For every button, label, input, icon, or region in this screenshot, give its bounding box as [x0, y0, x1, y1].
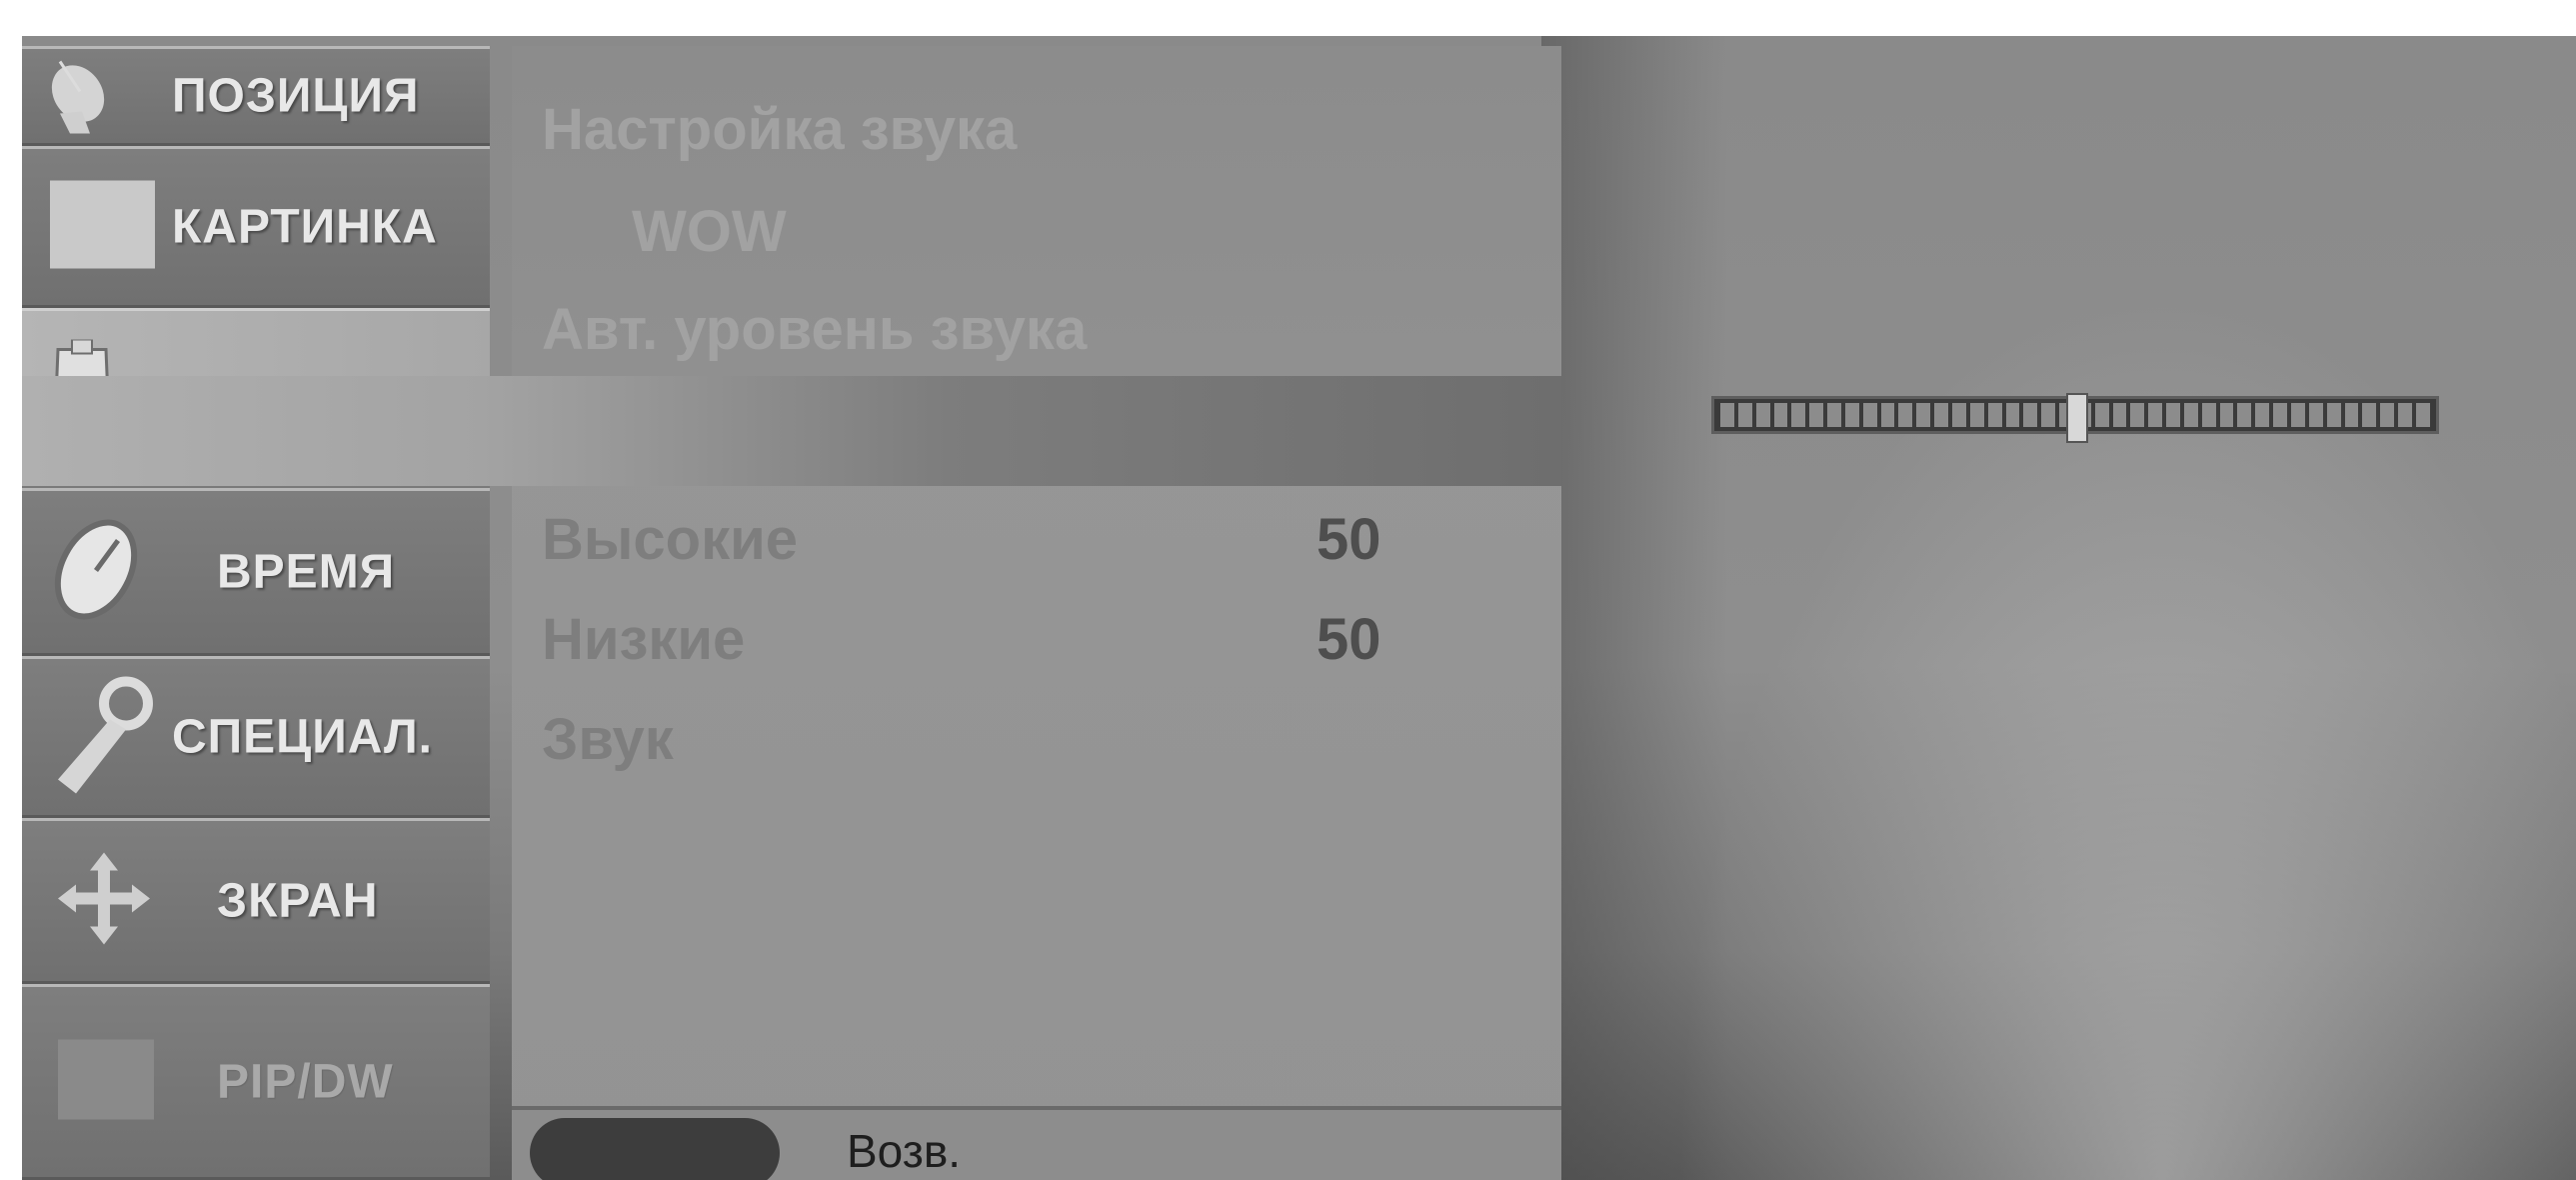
back-button[interactable]: [530, 1118, 780, 1180]
sound-menu-panel: Настройка звука WOW Авт. уровень звука В…: [512, 46, 1561, 1180]
slider-tick: [2255, 403, 2270, 427]
slider-tick: [2148, 403, 2163, 427]
slider-tick: [1827, 403, 1841, 427]
back-label: Возв.: [847, 1125, 962, 1177]
slider-tick: [1755, 403, 1770, 427]
sidebar-item-picture[interactable]: КАРТИНКА: [22, 146, 490, 308]
slider-tick: [2094, 403, 2109, 427]
slider-tick: [2166, 403, 2180, 427]
slider-tick: [2041, 403, 2056, 427]
slider-tick: [2398, 403, 2412, 427]
slider-tick: [2219, 403, 2234, 427]
slider-tick: [1720, 403, 1734, 427]
slider-tick: [1934, 403, 1948, 427]
slider-tick: [2237, 403, 2252, 427]
slider-tick: [1862, 403, 1877, 427]
satellite-dish-icon: [40, 54, 110, 139]
sidebar-item-label: PIP/DW: [217, 1055, 394, 1109]
sidebar-item-screen[interactable]: ЗКРАН: [22, 818, 490, 984]
treble-value: 50: [1316, 507, 1381, 572]
key-icon: [48, 670, 158, 805]
sidebar-item-label: СПЕЦИАЛ.: [172, 710, 434, 764]
slider-tick: [2183, 403, 2198, 427]
slider-tick: [1969, 403, 1984, 427]
sidebar-item-time[interactable]: ВРЕМЯ: [22, 488, 490, 656]
category-sidebar: ПОЗИЦИЯ КАРТИНКА ВРЕМЯ СПЕЦИАЛ. ЗКРАН PI…: [22, 46, 490, 1180]
slider-tick: [1773, 403, 1788, 427]
menu-item-sound-setup[interactable]: Настройка звука: [542, 96, 1017, 163]
slider-tick: [1916, 403, 1931, 427]
menu-item-treble[interactable]: Высокие: [542, 506, 798, 573]
balance-slider[interactable]: [1711, 393, 2439, 443]
tv-screen: ПОЗИЦИЯ КАРТИНКА ВРЕМЯ СПЕЦИАЛ. ЗКРАН PI…: [22, 36, 2576, 1180]
slider-tick: [2112, 403, 2127, 427]
menu-item-auto-volume[interactable]: Авт. уровень звука: [542, 296, 1087, 363]
menu-item-wow[interactable]: WOW: [632, 198, 787, 265]
slider-tick: [1951, 403, 1966, 427]
sidebar-item-pip[interactable]: PIP/DW: [22, 984, 490, 1180]
slider-tick: [2362, 403, 2377, 427]
slider-tick: [2380, 403, 2395, 427]
slider-tick: [1791, 403, 1806, 427]
slider-tick: [1844, 403, 1859, 427]
sidebar-item-position[interactable]: ПОЗИЦИЯ: [22, 46, 490, 146]
slider-tick: [2291, 403, 2305, 427]
sidebar-item-label: ВРЕМЯ: [217, 545, 396, 599]
menu-item-sound[interactable]: Звук: [542, 706, 674, 773]
slider-tick: [1987, 403, 2002, 427]
background-glow: [1541, 36, 2576, 1180]
pip-icon: [58, 1039, 154, 1125]
move-arrows-icon: [56, 851, 152, 952]
menu-footer: Возв.: [512, 1106, 1561, 1180]
slider-tick: [2308, 403, 2323, 427]
slider-tick: [2130, 403, 2145, 427]
slider-tick: [1737, 403, 1752, 427]
sidebar-item-label: ЗКРАН: [217, 874, 379, 928]
slider-tick: [2201, 403, 2216, 427]
sidebar-item-label: ПОЗИЦИЯ: [172, 69, 420, 123]
sidebar-item-label: КАРТИНКА: [172, 200, 438, 254]
slider-tick: [1898, 403, 1913, 427]
menu-item-bass[interactable]: Низкие: [542, 606, 745, 673]
slider-tick: [1880, 403, 1895, 427]
selected-row-highlight[interactable]: [22, 376, 1561, 486]
slider-tick: [1809, 403, 1824, 427]
slider-tick: [2023, 403, 2038, 427]
picture-icon: [50, 180, 155, 274]
sidebar-item-special[interactable]: СПЕЦИАЛ.: [22, 656, 490, 818]
slider-tick: [2273, 403, 2287, 427]
slider-tick: [2415, 403, 2430, 427]
slider-thumb[interactable]: [2066, 393, 2088, 443]
slider-tick: [2326, 403, 2341, 427]
slider-tick: [2344, 403, 2359, 427]
bass-value: 50: [1316, 607, 1381, 672]
clock-icon: [48, 511, 144, 634]
slider-tick: [2005, 403, 2020, 427]
